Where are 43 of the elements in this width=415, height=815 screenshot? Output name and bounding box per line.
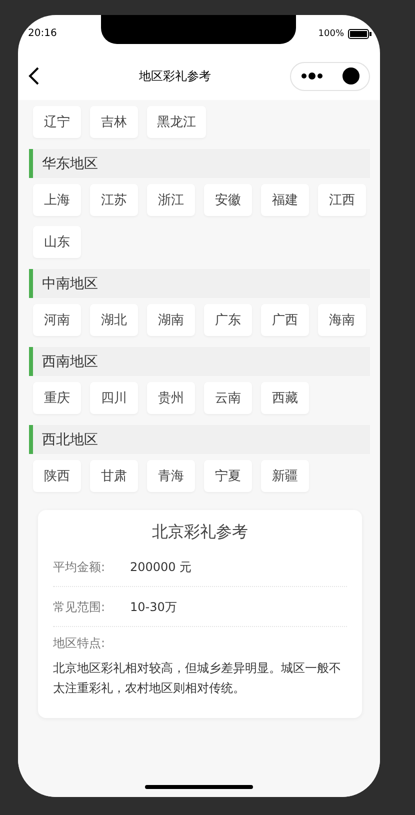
province-tag[interactable]: 青海: [147, 460, 195, 492]
province-tag[interactable]: 安徽: [204, 184, 252, 216]
card-title: 北京彩礼参考: [151, 522, 249, 543]
field-value: 200000 元: [130, 559, 192, 576]
region-name: 中南地区: [42, 274, 98, 292]
province-tag[interactable]: 云南: [204, 382, 252, 414]
province-tag[interactable]: 陕西: [33, 460, 81, 492]
province-tag[interactable]: 湖北: [90, 304, 138, 336]
province-tag[interactable]: 湖南: [147, 304, 195, 336]
battery-icon: [348, 28, 372, 38]
field-label: 地区特点:: [53, 635, 106, 652]
region-name: 西北地区: [42, 430, 98, 448]
province-tag[interactable]: 江苏: [90, 184, 138, 216]
province-tag[interactable]: 贵州: [147, 382, 195, 414]
battery-level: 100%: [318, 28, 344, 38]
field-value: 10-30万: [130, 599, 177, 616]
province-tag[interactable]: 辽宁: [33, 106, 81, 138]
province-tag[interactable]: 四川: [90, 382, 138, 414]
province-tag[interactable]: 江西: [318, 184, 366, 216]
province-tag[interactable]: 西藏: [261, 382, 309, 414]
province-tag[interactable]: 重庆: [33, 382, 81, 414]
field-label: 平均金额:: [53, 559, 106, 576]
province-tag[interactable]: 新疆: [261, 460, 309, 492]
province-tag[interactable]: 浙江: [147, 184, 195, 216]
province-tag[interactable]: 广西: [261, 304, 309, 336]
page-title: 地区彩礼参考: [138, 68, 212, 84]
more-icon[interactable]: [300, 72, 322, 80]
province-tag[interactable]: 吉林: [90, 106, 138, 138]
field-label: 常见范围:: [53, 599, 106, 616]
province-tag[interactable]: 福建: [261, 184, 309, 216]
region-name: 华东地区: [42, 154, 98, 172]
province-tag[interactable]: 海南: [318, 304, 366, 336]
back-icon[interactable]: [28, 66, 40, 86]
status-time: 20:16: [28, 28, 57, 39]
province-tag[interactable]: 黑龙江: [147, 106, 206, 138]
province-tag[interactable]: 上海: [33, 184, 81, 216]
feature-text: 北京地区彩礼相对较高，但城乡差异明显。城区一般不太注重彩礼，农村地区则相对传统。: [53, 660, 342, 697]
province-tag[interactable]: 宁夏: [204, 460, 252, 492]
province-tag[interactable]: 甘肃: [90, 460, 138, 492]
province-tag[interactable]: 广东: [204, 304, 252, 336]
region-name: 西南地区: [42, 352, 98, 370]
province-tag[interactable]: 河南: [33, 304, 81, 336]
province-tag[interactable]: 山东: [33, 226, 81, 258]
